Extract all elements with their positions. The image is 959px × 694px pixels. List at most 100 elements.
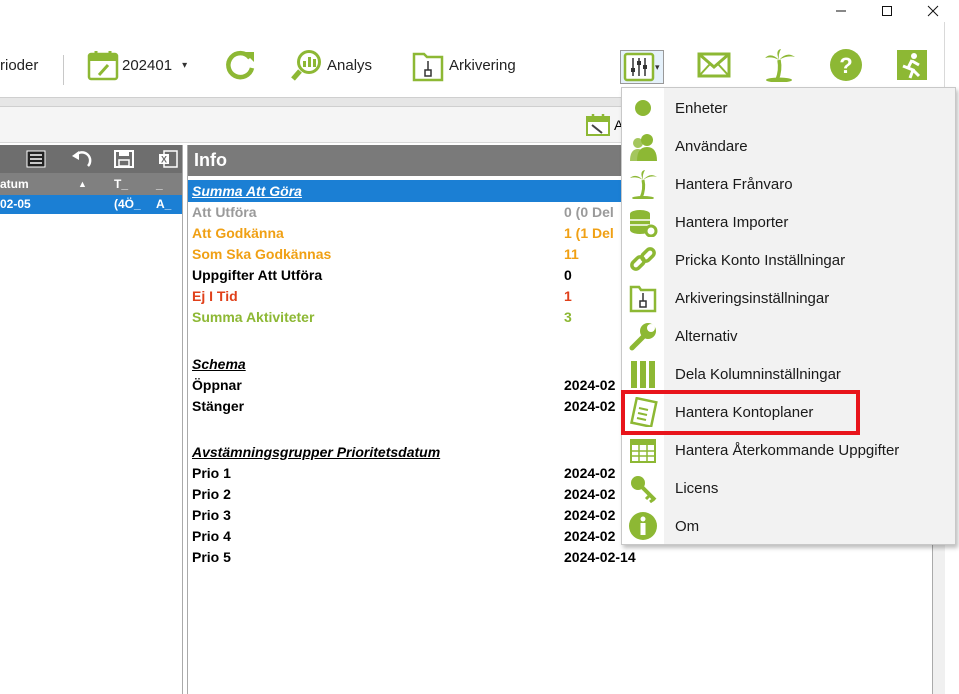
info-row-value: 0: [564, 267, 572, 283]
info-row-value: 1 (1 Del: [564, 225, 614, 241]
summa-header[interactable]: Summa Att Göra: [192, 183, 302, 199]
prio-header[interactable]: Avstämningsgrupper Prioritetsdatum: [192, 444, 440, 460]
menu-item-columns[interactable]: Dela Kolumninställningar: [622, 355, 955, 393]
row-cell-extra: A_: [156, 197, 172, 211]
calendar-grid-icon: [622, 431, 664, 469]
analys-button[interactable]: Analys: [290, 48, 372, 82]
sliders-icon: [623, 52, 655, 82]
calendar-edit-icon: [586, 114, 610, 136]
prio-row-label: Prio 3: [192, 507, 231, 523]
perioder-label: rioder: [0, 56, 39, 74]
period-dropdown-arrow[interactable]: ▾: [182, 60, 187, 71]
prio-row-label: Prio 1: [192, 465, 231, 481]
column-header-t[interactable]: T_: [114, 177, 128, 191]
table-row[interactable]: 02-05 (4Ö_ A_: [0, 195, 182, 214]
menu-item-label: Alternativ: [675, 327, 738, 345]
save-icon[interactable]: [114, 150, 134, 168]
settings-dropdown-menu: Enheter Användare Hantera Frånvaro Hantera …: [621, 87, 956, 545]
menu-item-label: Licens: [675, 479, 719, 497]
help-button[interactable]: ?: [829, 48, 863, 82]
menu-item-label: Dela Kolumninställningar: [675, 365, 841, 383]
circle-icon: [622, 89, 664, 127]
undo-icon[interactable]: [70, 150, 92, 168]
secondary-action-button[interactable]: A: [585, 113, 623, 137]
schema-row-label: Öppnar: [192, 377, 242, 393]
menu-item-label: Hantera Importer: [675, 213, 789, 231]
row-cell-t: (4Ö_: [114, 197, 141, 211]
menu-item-database-gear[interactable]: Hantera Importer: [622, 203, 955, 241]
info-row-label[interactable]: Som Ska Godkännas: [192, 246, 331, 267]
toolbar-separator: [63, 55, 64, 85]
column-header-extra[interactable]: _: [156, 177, 163, 191]
archive-folder-icon: [412, 52, 444, 82]
prio-row-value: 2024-02: [564, 486, 616, 502]
maximize-button[interactable]: [864, 0, 910, 22]
palm-tree-icon: [622, 165, 664, 203]
menu-item-label: Enheter: [675, 99, 728, 117]
prio-row-label: Prio 4: [192, 528, 231, 544]
vacation-button[interactable]: [763, 48, 797, 82]
info-row-value: 3: [564, 309, 572, 325]
chain-link-icon: [622, 241, 664, 279]
menu-item-circle[interactable]: Enheter: [622, 89, 955, 127]
menu-item-calendar-grid[interactable]: Hantera Återkommande Uppgifter: [622, 431, 955, 469]
help-icon: ?: [830, 49, 862, 81]
menu-item-label: Hantera Frånvaro: [675, 175, 793, 193]
minimize-button[interactable]: [818, 0, 864, 22]
prio-row-value: 2024-02: [564, 528, 616, 544]
schema-header[interactable]: Schema: [192, 356, 246, 372]
main-toolbar: rioder 202401 ▾ Analys Arkivering ▾ ?: [0, 22, 945, 97]
settings-menu-button[interactable]: ▾: [620, 50, 664, 84]
info-row-label[interactable]: Ej I Tid: [192, 288, 238, 309]
menu-item-info[interactable]: Om: [622, 507, 955, 545]
menu-item-chain-link[interactable]: Pricka Konto Inställningar: [622, 241, 955, 279]
mail-icon: [697, 52, 731, 78]
info-row-label[interactable]: Summa Aktiviteter: [192, 309, 314, 330]
excel-icon[interactable]: X: [158, 150, 178, 168]
svg-text:?: ?: [839, 53, 852, 78]
column-header-datum[interactable]: atum: [0, 177, 29, 191]
menu-item-label: Hantera Återkommande Uppgifter: [675, 441, 900, 459]
refresh-button[interactable]: [223, 48, 257, 82]
list-view-icon[interactable]: [26, 150, 46, 168]
menu-item-label: Om: [675, 517, 700, 535]
prio-row-value: 2024-02: [564, 465, 616, 481]
row-cell-date: 02-05: [0, 197, 31, 211]
menu-item-archive-folder[interactable]: Arkiveringsinställningar: [622, 279, 955, 317]
columns-icon: [622, 355, 664, 393]
menu-item-key[interactable]: Licens: [622, 469, 955, 507]
wrench-icon: [622, 317, 664, 355]
calendar-icon: [87, 51, 119, 81]
prio-row-label: Prio 2: [192, 486, 231, 502]
minimize-icon: [836, 10, 846, 12]
info-row-label[interactable]: Att Godkänna: [192, 225, 284, 246]
close-button[interactable]: [910, 0, 956, 22]
perioder-button[interactable]: rioder: [0, 48, 38, 82]
menu-item-label: Användare: [675, 137, 748, 155]
analys-label: Analys: [327, 56, 373, 74]
sort-arrow-icon[interactable]: ▲: [78, 179, 87, 189]
close-icon: [927, 5, 939, 17]
archive-folder-icon: [622, 279, 664, 317]
info-row-label[interactable]: Att Utföra: [192, 204, 257, 225]
key-icon: [622, 469, 664, 507]
users-icon: [622, 127, 664, 165]
menu-item-palm-tree[interactable]: Hantera Frånvaro: [622, 165, 955, 203]
period-selector[interactable]: 202401 ▾: [87, 48, 187, 82]
menu-item-users[interactable]: Användare: [622, 127, 955, 165]
arkivering-button[interactable]: Arkivering: [412, 48, 516, 82]
svg-text:X: X: [161, 155, 167, 165]
info-row-label[interactable]: Uppgifter Att Utföra: [192, 267, 322, 288]
schema-row-value: 2024-02: [564, 377, 616, 393]
exit-button[interactable]: [895, 48, 929, 82]
menu-item-label: Pricka Konto Inställningar: [675, 251, 846, 269]
menu-item-wrench[interactable]: Alternativ: [622, 317, 955, 355]
info-icon: [622, 507, 664, 545]
period-label: 202401: [122, 56, 173, 74]
highlight-box: [621, 390, 860, 435]
database-gear-icon: [622, 203, 664, 241]
prio-row-label: Prio 5: [192, 549, 231, 565]
mail-button[interactable]: [697, 48, 731, 82]
schema-row-label: Stänger: [192, 398, 245, 414]
info-row-value: 11: [564, 246, 579, 262]
